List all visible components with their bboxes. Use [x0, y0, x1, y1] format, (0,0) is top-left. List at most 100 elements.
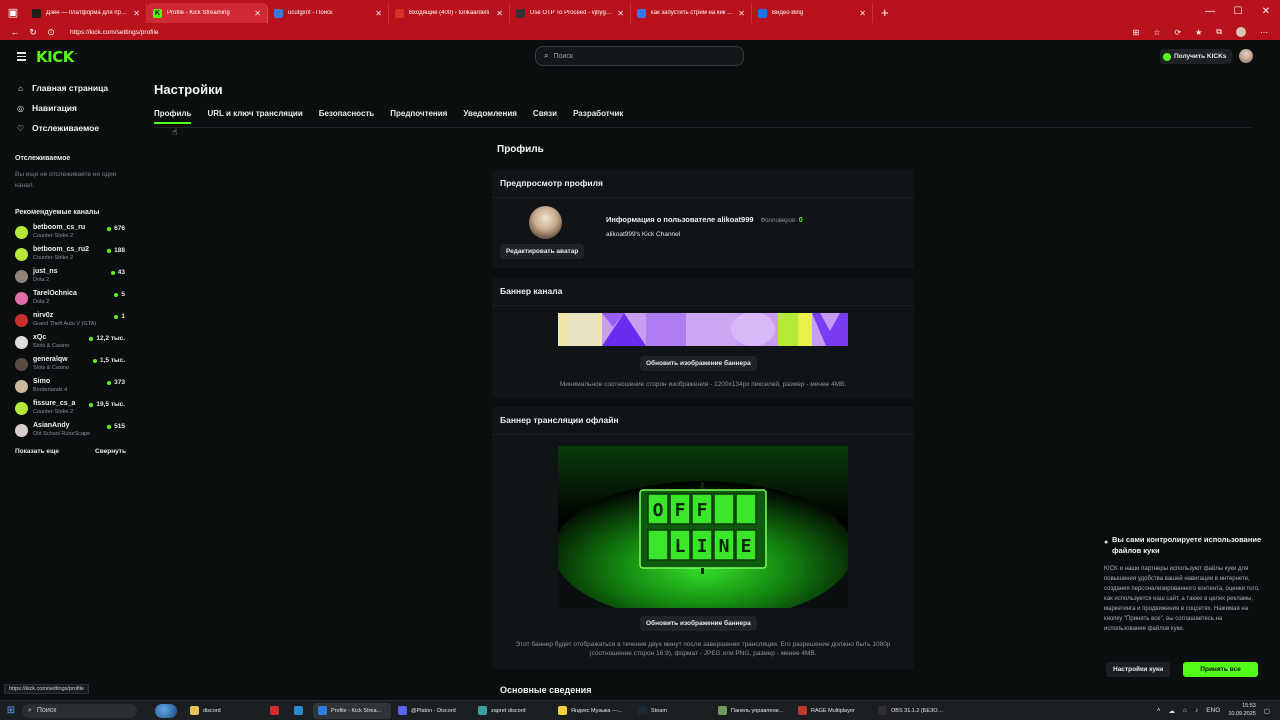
taskbar-app-label: zapret discord	[491, 707, 526, 714]
accept-all-button[interactable]: Принять все	[1183, 662, 1258, 677]
channel-item[interactable]: fissure_cs_a Counter-Strike 2 19,5 тыс.	[15, 400, 127, 420]
browser-tab[interactable]: K Profile - Kick Streaming ✕	[147, 3, 268, 23]
channel-item[interactable]: generalqw Slots & Casino 1,5 тыс.	[15, 356, 127, 376]
search-icon: ⌕	[544, 51, 549, 60]
search-input[interactable]: ⌕ Поиск	[535, 46, 744, 66]
taskbar-weather-icon[interactable]	[155, 703, 177, 718]
taskbar-app[interactable]: Steam	[633, 703, 711, 719]
network-icon[interactable]: ⌂	[1183, 707, 1187, 714]
favorites-icon[interactable]: ★	[1195, 28, 1202, 37]
taskbar-app[interactable]: zapret discord	[473, 703, 551, 719]
settings-tab[interactable]: Связи	[533, 109, 557, 124]
taskbar-app[interactable]	[289, 703, 311, 719]
taskbar-app[interactable]: Profile - Kick Strea...	[313, 702, 391, 719]
clock[interactable]: 15:53 10.09.2025	[1228, 703, 1256, 718]
tab-close-icon[interactable]: ✕	[254, 9, 261, 18]
home-icon: ⌂	[18, 83, 23, 93]
tab-favicon-icon	[637, 8, 646, 18]
channel-item[interactable]: AsianAndy Old School RuneScape 515	[15, 422, 127, 442]
taskbar-search[interactable]: ⌕ Поиск	[22, 703, 137, 718]
settings-tab[interactable]: URL и ключ трансляции	[207, 109, 302, 124]
volume-icon[interactable]: ♪	[1195, 707, 1198, 714]
taskbar-app[interactable]: @Platon - Discord	[393, 703, 471, 719]
extensions-icon[interactable]: ⟳	[1174, 28, 1181, 37]
taskbar-app[interactable]: Яндекс Музыка —...	[553, 703, 631, 719]
browser-tab[interactable]: Дзен — платформа для просмо ✕	[26, 3, 147, 23]
taskbar-app-icon	[478, 706, 487, 715]
menu-dots-icon[interactable]: ⋯	[1260, 28, 1268, 37]
reload-icon[interactable]: ↻	[24, 27, 42, 38]
tab-favicon-icon: K	[153, 8, 162, 18]
viewer-count: 12,2 тыс.	[89, 335, 125, 342]
settings-tab[interactable]: Разработчик	[573, 109, 623, 124]
browser-tab[interactable]: Use OTP To Proceed - vjbygxd@ ✕	[510, 3, 631, 23]
channel-banner-card: Баннер канала Обновить изображение банне…	[492, 278, 914, 398]
settings-tab[interactable]: Предпочтения	[390, 109, 447, 124]
edit-avatar-button[interactable]: Редактировать аватар	[500, 244, 585, 259]
tab-close-icon[interactable]: ✕	[859, 9, 866, 18]
browser-tab[interactable]: Видео Bing ✕	[752, 3, 873, 23]
url-field[interactable]: https://kick.com/settings/profile	[70, 29, 1133, 36]
user-avatar[interactable]	[1239, 49, 1253, 63]
channel-category: Old School RuneScape	[33, 431, 91, 437]
windows-start-icon[interactable]: ⊞	[0, 705, 22, 716]
tab-actions-icon[interactable]: ▣	[0, 0, 26, 24]
taskbar-app-icon	[638, 706, 647, 715]
card-divider	[492, 305, 914, 306]
tab-close-icon[interactable]: ✕	[738, 9, 745, 18]
language-indicator[interactable]: ENG	[1206, 707, 1220, 714]
tab-close-icon[interactable]: ✕	[617, 9, 624, 18]
nav-browse[interactable]: ◎ Навигация	[16, 98, 133, 118]
browser-tab[interactable]: Входящие (400) - torikaardelli ✕	[389, 3, 510, 23]
bookmark-icon[interactable]: ☆	[1153, 28, 1160, 37]
site-info-icon[interactable]: ⊙	[42, 27, 60, 38]
get-kicks-button[interactable]: Получить KICKs	[1160, 49, 1233, 64]
settings-tab[interactable]: Безопасность	[319, 109, 375, 124]
taskbar-app[interactable]	[265, 703, 287, 719]
close-window-icon[interactable]: ✕	[1252, 0, 1280, 24]
cloud-icon[interactable]: ☁	[1169, 707, 1176, 715]
update-offline-banner-button[interactable]: Обновить изображение баннера	[640, 616, 757, 631]
sign-letter: F	[697, 500, 708, 521]
notifications-icon[interactable]: ▢	[1264, 707, 1270, 715]
channel-item[interactable]: betboom_cs_ru Counter-Strike 2 676	[15, 224, 127, 244]
kick-logo[interactable]: KICK™	[36, 48, 78, 66]
taskbar-app[interactable]: discord	[185, 703, 263, 719]
channel-item[interactable]: nirv0z Grand Theft Auto V (GTA) 1	[15, 312, 127, 332]
new-tab-button[interactable]: +	[881, 5, 889, 20]
channel-item[interactable]: betboom_cs_ru2 Counter-Strike 2 188	[15, 246, 127, 266]
taskbar-app-label: RAGE Multiplayer	[811, 707, 855, 714]
taskbar-app[interactable]: RAGE Multiplayer	[793, 703, 871, 719]
status-bar-url: https://kick.com/settings/profile	[4, 684, 89, 694]
collections-icon[interactable]: ⧉	[1216, 27, 1222, 37]
apps-icon[interactable]: ⊞	[1133, 28, 1140, 37]
tab-close-icon[interactable]: ✕	[133, 9, 140, 18]
channel-category: Counter-Strike 2	[33, 233, 74, 239]
tab-close-icon[interactable]: ✕	[375, 9, 382, 18]
viewer-count: 1	[114, 313, 125, 320]
nav-home[interactable]: ⌂ Главная страница	[16, 78, 133, 98]
update-banner-button[interactable]: Обновить изображение баннера	[640, 356, 757, 371]
settings-tab[interactable]: Профиль	[154, 109, 192, 124]
minimize-icon[interactable]: —	[1196, 0, 1224, 24]
collapse-link[interactable]: Свернуть	[95, 448, 126, 455]
channel-item[interactable]: TarelOchnica Dota 2 5	[15, 290, 127, 310]
show-more-link[interactable]: Показать еще	[15, 448, 59, 455]
taskbar-app[interactable]: OBS 31.1.2 (БЕЗОП...	[873, 703, 951, 719]
back-icon[interactable]: ←	[6, 27, 24, 37]
nav-following[interactable]: ♡ Отслеживаемое	[16, 118, 133, 138]
channel-item[interactable]: xQc Slots & Casino 12,2 тыс.	[15, 334, 127, 354]
tray-arrow-icon[interactable]: ˄	[1157, 707, 1161, 714]
settings-tab[interactable]: Уведомления	[463, 109, 517, 124]
channel-item[interactable]: Simo Borderlands 4 373	[15, 378, 127, 398]
tab-close-icon[interactable]: ✕	[496, 9, 503, 18]
profile-avatar[interactable]	[529, 206, 562, 239]
taskbar-app[interactable]: Панель управлени...	[713, 703, 791, 719]
channel-item[interactable]: just_ns Dota 2 43	[15, 268, 127, 288]
maximize-icon[interactable]: ☐	[1224, 0, 1252, 24]
browser-tab[interactable]: ucutgxnf - Поиск ✕	[268, 3, 389, 23]
browser-tab[interactable]: как запустить стрим на кик - П ✕	[631, 3, 752, 23]
hamburger-menu-icon[interactable]	[17, 52, 26, 63]
browser-profile-avatar[interactable]	[1236, 27, 1246, 37]
cookie-settings-button[interactable]: Настройки куки	[1106, 662, 1171, 677]
